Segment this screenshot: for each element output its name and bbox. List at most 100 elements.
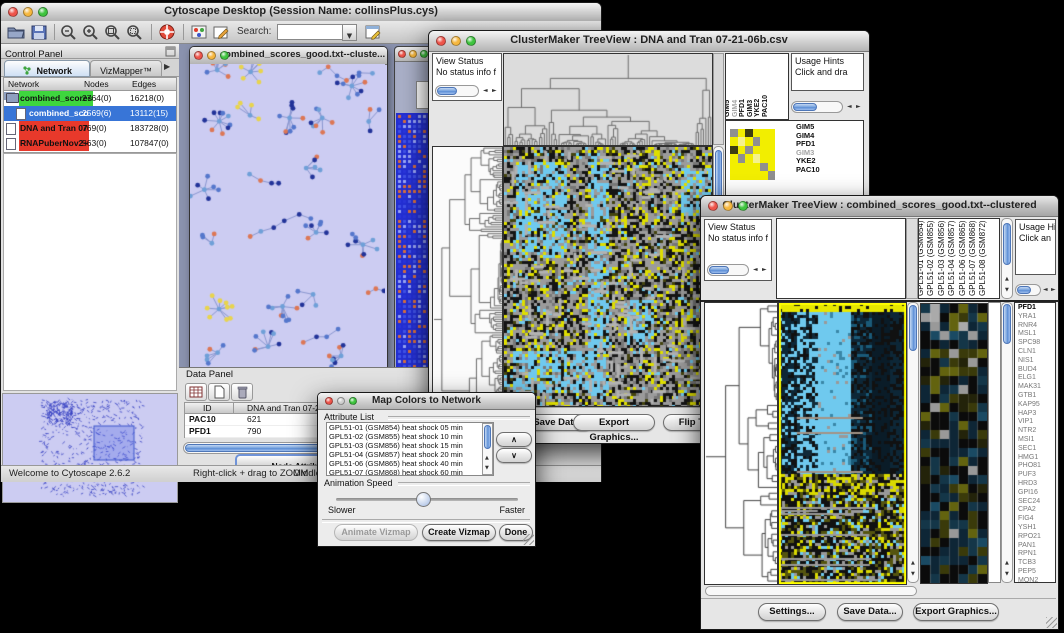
- close-icon[interactable]: [194, 51, 203, 60]
- col-nodes[interactable]: Nodes: [84, 78, 109, 90]
- tv2-gene-label[interactable]: KAP95: [1018, 401, 1055, 410]
- tv2-gene-label[interactable]: GTB1: [1018, 392, 1055, 401]
- tv2-gene-label[interactable]: HRD3: [1018, 480, 1055, 489]
- tv2-gene-label[interactable]: PFD1: [1018, 304, 1055, 313]
- birds-eye-canvas[interactable]: [3, 394, 175, 501]
- tv1-array-label[interactable]: GIM5: [725, 100, 731, 117]
- scroll-left-icon[interactable]: ◄: [847, 103, 852, 111]
- data-col-id[interactable]: ID: [203, 403, 212, 414]
- tv1-array-label[interactable]: PFD1: [739, 99, 746, 117]
- move-down-button[interactable]: ∨: [496, 448, 532, 463]
- tv1-array-label[interactable]: PAC10: [762, 95, 769, 117]
- save-icon[interactable]: [29, 23, 49, 41]
- attribute-item[interactable]: GPL51-03 (GSM856) heat shock 15 min: [327, 441, 493, 450]
- tv2-gene-label[interactable]: GPI16: [1018, 489, 1055, 498]
- tv2-gene-label[interactable]: ELG1: [1018, 374, 1055, 383]
- tv2-gene-label[interactable]: BUD4: [1018, 366, 1055, 375]
- tv2-gene-label[interactable]: VIP1: [1018, 418, 1055, 427]
- tv2-gene-label[interactable]: RPO21: [1018, 533, 1055, 542]
- tv2-vscrollbar[interactable]: ▲ ▼: [907, 302, 919, 583]
- network-row[interactable]: DNA and Tran 07769(0)183728(0): [4, 121, 176, 136]
- tv2-array-label[interactable]: GPL51-01 (GSM854): [918, 220, 925, 296]
- tv2-array-label[interactable]: GPL51-07 (GSM868): [968, 220, 977, 296]
- tv2-array-label[interactable]: GPL51-04 (GSM857): [947, 220, 956, 296]
- matrix-cell[interactable]: [768, 171, 776, 180]
- scroll-left-icon[interactable]: ◄: [1043, 286, 1048, 294]
- matrix-cell[interactable]: [730, 171, 738, 180]
- background-window-titlebar[interactable]: [395, 47, 432, 62]
- attribute-select-icon[interactable]: [185, 383, 207, 401]
- close-icon[interactable]: [325, 397, 333, 405]
- minimize-icon[interactable]: [409, 50, 417, 58]
- vizmap-icon[interactable]: [189, 23, 209, 41]
- tv2-column-dendrogram[interactable]: [776, 218, 906, 299]
- zoom-window-icon[interactable]: [38, 7, 48, 17]
- zoom-window-icon[interactable]: [466, 36, 476, 46]
- zoom-fit-icon[interactable]: [103, 23, 123, 41]
- scroll-left-icon[interactable]: ◄: [753, 266, 758, 274]
- matrix-cell[interactable]: [745, 171, 753, 180]
- tv2-gene-label[interactable]: YRA1: [1018, 313, 1055, 322]
- tv2-array-label[interactable]: GPL51-02 (GSM855): [926, 220, 935, 296]
- tv2-gene-label[interactable]: FIG4: [1018, 515, 1055, 524]
- scroll-right-icon[interactable]: ►: [856, 103, 861, 111]
- tab-network[interactable]: Network: [4, 60, 90, 77]
- zoom-window-icon[interactable]: [349, 397, 357, 405]
- tv2-status-scrollbar[interactable]: [707, 264, 749, 276]
- scroll-down-icon[interactable]: ▼: [1005, 286, 1009, 294]
- resize-grip[interactable]: [523, 534, 534, 545]
- attribute-list[interactable]: GPL51-01 (GSM854) heat shock 05 minGPL51…: [326, 422, 494, 476]
- tv2-gene-label[interactable]: PEP5: [1018, 568, 1055, 577]
- tv2-gene-scrollbar[interactable]: ▲ ▼: [1001, 302, 1013, 583]
- close-icon[interactable]: [8, 7, 18, 17]
- help-lifering-icon[interactable]: [157, 23, 177, 41]
- tv1-status-scrollbar[interactable]: [435, 85, 479, 97]
- tab-overflow-icon[interactable]: ▶: [164, 63, 170, 71]
- zoom-in-icon[interactable]: [81, 23, 101, 41]
- attribute-list-scrollbar[interactable]: ▲ ▼: [482, 423, 493, 475]
- zoom-window-icon[interactable]: [220, 51, 229, 60]
- minimize-icon[interactable]: [451, 36, 461, 46]
- col-network[interactable]: Network: [8, 78, 39, 90]
- attribute-item[interactable]: GPL51-02 (GSM855) heat shock 10 min: [327, 432, 493, 441]
- animation-speed-slider-thumb[interactable]: [416, 492, 431, 507]
- tv2-gene-label[interactable]: NTR2: [1018, 427, 1055, 436]
- tv2-gene-label[interactable]: HAP3: [1018, 410, 1055, 419]
- tv1-array-label[interactable]: GIM4: [732, 100, 739, 117]
- tv2-gene-label[interactable]: SEC24: [1018, 498, 1055, 507]
- close-icon[interactable]: [436, 36, 446, 46]
- attribute-item[interactable]: GPL51-06 (GSM865) heat shock 40 min: [327, 459, 493, 468]
- treeview1-titlebar[interactable]: ClusterMaker TreeView : DNA and Tran 07-…: [429, 31, 869, 52]
- zoom-window-icon[interactable]: [420, 50, 428, 58]
- animate-vizmap-button[interactable]: Animate Vizmap: [334, 524, 418, 541]
- tv1-export-graphics-button[interactable]: Export Graphics...: [573, 414, 655, 431]
- new-attribute-icon[interactable]: [208, 383, 230, 401]
- scroll-right-icon[interactable]: ►: [762, 266, 767, 274]
- scroll-down-icon[interactable]: ▼: [911, 570, 915, 578]
- tv2-array-label[interactable]: GPL51-06 (GSM865): [958, 220, 967, 296]
- scroll-left-icon[interactable]: ◄: [483, 87, 488, 95]
- tv1-column-dendrogram-canvas[interactable]: [503, 53, 713, 146]
- tv2-gene-label[interactable]: CLN1: [1018, 348, 1055, 357]
- tv2-gene-label[interactable]: MSI1: [1018, 436, 1055, 445]
- dense-network-canvas[interactable]: [396, 113, 431, 368]
- col-edges[interactable]: Edges: [132, 78, 156, 90]
- tv2-save-data-button[interactable]: Save Data...: [837, 603, 903, 621]
- treeview2-titlebar[interactable]: ClusterMaker TreeView : combined_scores_…: [701, 196, 1058, 217]
- delete-attribute-icon[interactable]: [231, 383, 253, 401]
- tv1-gene-label[interactable]: PAC10: [796, 166, 820, 175]
- matrix-cell[interactable]: [753, 171, 761, 180]
- create-vizmap-button[interactable]: Create Vizmap: [422, 524, 496, 541]
- tv2-gene-label[interactable]: NIS1: [1018, 357, 1055, 366]
- open-file-icon[interactable]: [6, 23, 26, 41]
- tv2-zoom-heatmap-canvas[interactable]: [920, 303, 988, 584]
- network-row[interactable]: RNAPuberNov2+563(0)107847(0): [4, 136, 176, 151]
- tv2-array-label[interactable]: GPL51-03 (GSM856): [937, 220, 946, 296]
- network-graph-canvas[interactable]: [190, 64, 385, 367]
- attribute-item[interactable]: GPL51-04 (GSM857) heat shock 20 min: [327, 450, 493, 459]
- resize-grip[interactable]: [1046, 617, 1057, 628]
- tv2-gene-label[interactable]: RPN1: [1018, 550, 1055, 559]
- tv2-gene-label[interactable]: PAN1: [1018, 542, 1055, 551]
- attribute-item[interactable]: GPL51-07 (GSM868) heat shock 60 min: [327, 468, 493, 476]
- tv1-array-label[interactable]: YKE2: [754, 99, 761, 117]
